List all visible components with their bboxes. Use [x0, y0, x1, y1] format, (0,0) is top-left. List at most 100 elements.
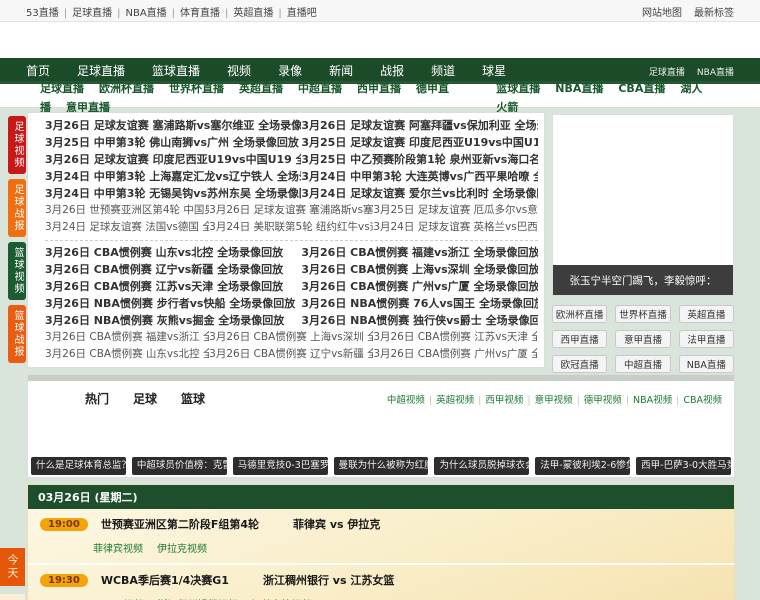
basketball-video-link[interactable]: 3月26日 CBA惯例赛 上海vs深圳 全场录像回放 [301, 261, 538, 278]
live-channel-button[interactable]: 法甲直播 [678, 330, 734, 348]
live-channel-button[interactable]: NBA直播 [678, 355, 734, 373]
topbar-link[interactable]: 英超直播 [233, 8, 286, 19]
basketball-video-link-small[interactable]: 3月26日 CBA惯例赛 福建vs浙江 全场... [45, 329, 209, 346]
topbar-link[interactable]: 体育直播 [180, 8, 233, 19]
tab-football-video[interactable]: 足球视频 [8, 116, 26, 174]
subnav-link[interactable]: 湖人 [680, 82, 702, 95]
subnav-link[interactable]: 中超直播 [298, 82, 342, 95]
subnav-link[interactable]: 足球直播 [40, 82, 84, 95]
subnav-link[interactable]: 世界杯直播 [169, 82, 224, 95]
football-video-link[interactable]: 3月25日 中甲第3轮 佛山南狮vs广州 全场录像回放 [45, 134, 301, 151]
schedule-row-links: 菲律宾视频 伊拉克视频 [93, 537, 724, 556]
video-category-tab[interactable]: 热门 [85, 392, 109, 406]
video-category-link[interactable]: 英超视频 [436, 395, 485, 406]
list-row: 3月26日 CBA惯例赛 山东vs北控 全场录像回放 3月26日 CBA惯例赛 福… [45, 244, 538, 261]
football-video-link-small[interactable]: 3月24日 足球友谊赛 法国vs德国 全场集... [45, 219, 209, 236]
subnav-link[interactable]: NBA直播 [555, 82, 603, 95]
basketball-video-link[interactable]: 3月26日 NBA惯例赛 76人vs国王 全场录像回放 [301, 295, 538, 312]
football-video-link[interactable]: 3月25日 中乙预赛阶段第1轮 泉州亚新vs海口名城 全场录像回放 [301, 151, 538, 168]
topbar-links: 53直播足球直播NBA直播体育直播英超直播直播吧 [26, 1, 317, 20]
basketball-video-link-small[interactable]: 3月26日 CBA惯例赛 上海vs深圳 全场... [209, 329, 373, 346]
football-video-link[interactable]: 3月26日 足球友谊赛 印度尼西亚U19vs中国U19 全场录像回放 [45, 151, 301, 168]
live-channel-button[interactable]: 英超直播 [678, 305, 734, 323]
match-video-link[interactable]: 菲律宾视频 [93, 544, 143, 555]
live-channel-button[interactable]: 中超直播 [615, 355, 671, 373]
news-item[interactable]: 为什么球员脱掉球衣会被黄牌 [434, 457, 530, 475]
football-video-link-small[interactable]: 3月24日 足球友谊赛 英格兰vs巴西 全场... [373, 219, 537, 236]
basketball-video-list-2col: 3月26日 CBA惯例赛 山东vs北控 全场录像回放 3月26日 CBA惯例赛 福… [45, 244, 538, 329]
video-category-link[interactable]: 意甲视频 [535, 395, 584, 406]
news-item[interactable]: 马德里竞技0-3巴塞罗那，巴 [232, 457, 328, 475]
basketball-video-link[interactable]: 3月26日 NBA惯例赛 步行者vs快船 全场录像回放 [45, 295, 301, 312]
video-category-tab[interactable]: 篮球 [181, 392, 205, 406]
news-item[interactable]: 西甲-巴萨3-0大胜马竞，莱万 [636, 457, 732, 475]
schedule-row: 19:30 WCBA季后赛1/4决赛G1 浙江稠州银行 vs 江苏女篮 WCBA视频浙… [28, 565, 734, 600]
subnav-link[interactable]: 欧洲杯直播 [99, 82, 154, 95]
video-category-links: 中超视频英超视频西甲视频意甲视频德甲视频NBA视频CBA视频 [387, 388, 722, 407]
news-item[interactable]: 中超球员价值榜：克雷桑670 [131, 457, 227, 475]
basketball-video-link-small[interactable]: 3月26日 CBA惯例赛 辽宁vs新疆 全场... [209, 346, 373, 363]
live-channel-button[interactable]: 欧冠直播 [552, 355, 608, 373]
basketball-video-link[interactable]: 3月26日 CBA惯例赛 山东vs北控 全场录像回放 [45, 244, 301, 261]
basketball-video-link[interactable]: 3月26日 CBA惯例赛 辽宁vs新疆 全场录像回放 [45, 261, 301, 278]
basketball-video-link-small[interactable]: 3月26日 CBA惯例赛 广州vs广厦 全场... [373, 346, 537, 363]
video-category-link[interactable]: 中超视频 [387, 395, 436, 406]
basketball-video-link-small[interactable]: 3月26日 CBA惯例赛 江苏vs天津 全场... [373, 329, 537, 346]
football-video-link[interactable]: 3月24日 中甲第3轮 上海嘉定汇龙vs辽宁铁人 全场录像回放 [45, 168, 301, 185]
football-video-link[interactable]: 3月24日 中甲第3轮 大连英博vs广西平果哈嘹 全场录像回放 [301, 168, 538, 185]
video-category-link[interactable]: 德甲视频 [584, 395, 633, 406]
news-item[interactable]: 曼联为什么被称为红魔？曼联 [333, 457, 429, 475]
football-video-link-small[interactable]: 3月25日 足球友谊赛 厄瓜多尔vs意大利 ... [373, 202, 537, 219]
live-channel-button[interactable]: 世界杯直播 [615, 305, 671, 323]
schedule-date-header: 03月26日 (星期二) [28, 485, 734, 509]
basketball-video-link[interactable]: 3月26日 CBA惯例赛 江苏vs天津 全场录像回放 [45, 278, 301, 295]
basketball-video-link[interactable]: 3月26日 NBA惯例赛 灰熊vs掘金 全场录像回放 [45, 312, 301, 329]
list-row: 3月26日 NBA惯例赛 灰熊vs掘金 全场录像回放 3月26日 NBA惯例赛 独… [45, 312, 538, 329]
subnav-link[interactable]: 西甲直播 [357, 82, 401, 95]
basketball-video-link[interactable]: 3月26日 NBA惯例赛 独行侠vs爵士 全场录像回放 [301, 312, 538, 329]
live-channel-button[interactable]: 意甲直播 [615, 330, 671, 348]
basketball-video-link[interactable]: 3月26日 CBA惯例赛 福建vs浙江 全场录像回放 [301, 244, 538, 261]
basketball-video-link[interactable]: 3月26日 CBA惯例赛 广州vs广厦 全场录像回放 [301, 278, 538, 295]
football-video-link-small[interactable]: 3月26日 世预赛亚洲区第4轮 中国男足v... [45, 202, 209, 219]
match-video-link[interactable]: 伊拉克视频 [157, 544, 207, 555]
subnav-link[interactable]: 篮球直播 [496, 82, 540, 95]
right-panel: 张玉宁半空门踢飞，李毅惊呼： 欧洲杯直播 世界杯直播 英超直播西甲直播 意甲直播 法甲直… [552, 114, 734, 373]
video-category-link[interactable]: NBA视频 [633, 395, 683, 406]
football-video-link[interactable]: 3月25日 足球友谊赛 印度尼西亚U19vs中国U19 全场录像回放 [301, 134, 538, 151]
tab-basketball-video[interactable]: 篮球视频 [8, 242, 26, 300]
featured-video-caption[interactable]: 张玉宁半空门踢飞，李毅惊呼： [553, 265, 733, 295]
list-row: 3月25日 中甲第3轮 佛山南狮vs广州 全场录像回放 3月25日 足球友谊赛 印… [45, 134, 538, 151]
football-video-link[interactable]: 3月24日 足球友谊赛 爱尔兰vs比利时 全场录像回放 [301, 185, 538, 202]
tab-today[interactable]: 今天 [0, 548, 25, 586]
live-channel-button[interactable]: 欧洲杯直播 [552, 305, 608, 323]
video-list-box: 3月26日 足球友谊赛 塞浦路斯vs塞尔维亚 全场录像回放 3月26日 足球友谊赛… [27, 112, 545, 368]
topbar-link[interactable]: 53直播 [26, 8, 72, 19]
subnav-link[interactable]: CBA直播 [618, 82, 665, 95]
topbar-link[interactable]: 足球直播 [72, 8, 125, 19]
match-teams: 菲律宾 vs 伊拉克 [293, 518, 381, 531]
subnav-link[interactable]: 英超直播 [239, 82, 283, 95]
topbar-right-link[interactable]: 网站地图 [642, 8, 682, 19]
news-item[interactable]: 法甲-蒙彼利埃2-6惨负巴黎， [535, 457, 631, 475]
video-category-link[interactable]: CBA视频 [683, 395, 722, 406]
featured-video-thumbnail[interactable]: 张玉宁半空门踢飞，李毅惊呼： [552, 114, 734, 296]
football-video-link[interactable]: 3月26日 足球友谊赛 阿塞拜疆vs保加利亚 全场录像回放 [301, 117, 538, 134]
live-channel-button[interactable]: 西甲直播 [552, 330, 608, 348]
tab-basketball-report[interactable]: 篮球战报 [8, 305, 26, 363]
topbar-right-link[interactable]: 最新标签 [694, 8, 734, 19]
football-video-link[interactable]: 3月26日 足球友谊赛 塞浦路斯vs塞尔维亚 全场录像回放 [45, 117, 301, 134]
news-item[interactable]: 什么是足球体育总监？利物浦 [31, 457, 126, 475]
football-video-list-2col: 3月26日 足球友谊赛 塞浦路斯vs塞尔维亚 全场录像回放 3月26日 足球友谊赛… [45, 117, 538, 202]
football-video-link-small[interactable]: 3月26日 足球友谊赛 塞浦路斯vs塞尔维... [209, 202, 373, 219]
video-category-link[interactable]: 西甲视频 [485, 395, 534, 406]
tab-tomorrow[interactable]: 明天 [0, 594, 25, 600]
tab-football-report[interactable]: 足球战报 [8, 179, 26, 237]
list-row: 3月26日 NBA惯例赛 步行者vs快船 全场录像回放 3月26日 NBA惯例赛 … [45, 295, 538, 312]
basketball-video-link-small[interactable]: 3月26日 CBA惯例赛 山东vs北控 全场... [45, 346, 209, 363]
football-video-link[interactable]: 3月24日 中甲第3轮 无锡吴钩vs苏州东吴 全场录像回放 [45, 185, 301, 202]
football-video-link-small[interactable]: 3月24日 美职联第5轮 纽约红牛vs迈阿... [209, 219, 373, 236]
topbar-link[interactable]: NBA直播 [125, 8, 180, 19]
topbar-link[interactable]: 直播吧 [287, 8, 317, 19]
video-category-tab[interactable]: 足球 [133, 392, 157, 406]
